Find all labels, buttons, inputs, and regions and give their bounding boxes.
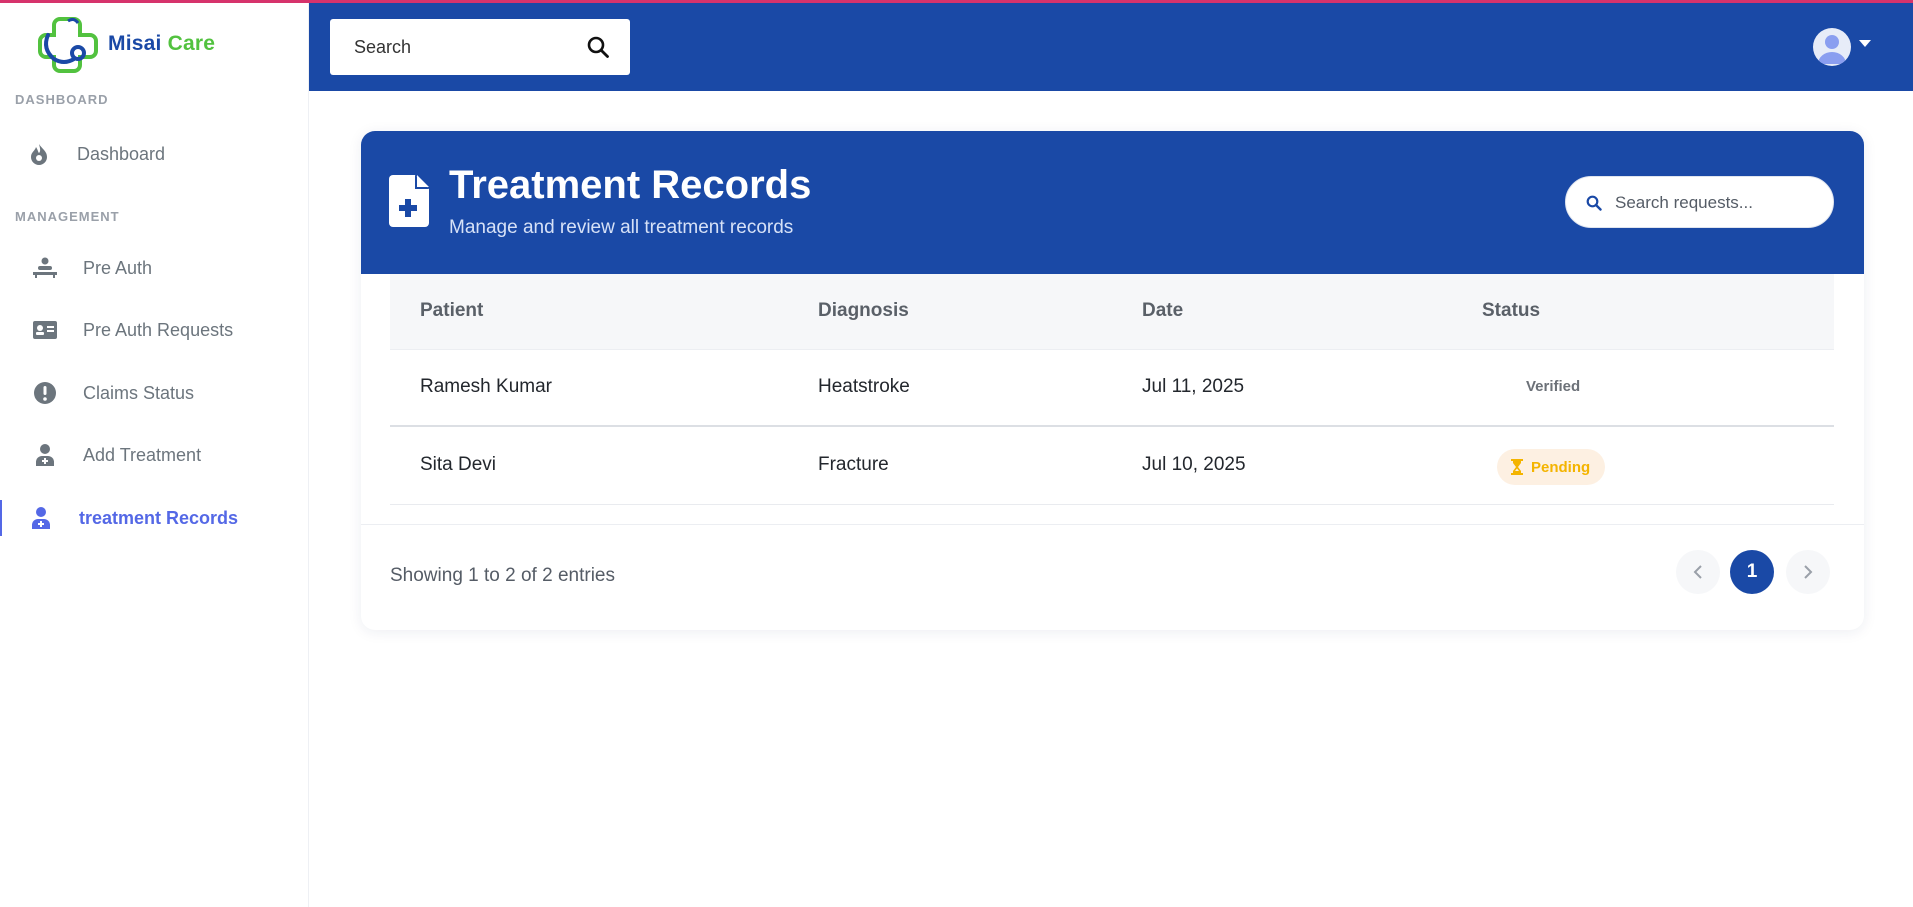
patient-name: Ramesh Kumar <box>420 376 552 397</box>
sidebar-item-label: Dashboard <box>77 143 166 164</box>
top-accent-bar <box>0 0 1913 3</box>
status-badge: Pending <box>1497 449 1606 485</box>
hourglass-icon <box>1511 459 1523 475</box>
table-row[interactable]: Ramesh Kumar Heatstroke Jul 11, 2025 Ver… <box>390 350 1834 427</box>
user-doctor-icon <box>28 505 54 531</box>
sidebar-item-pre-auth-requests[interactable]: Pre Auth Requests <box>0 305 309 355</box>
next-page-button[interactable] <box>1786 550 1830 594</box>
column-header-diagnosis[interactable]: Diagnosis <box>818 300 909 322</box>
procedures-icon <box>32 255 58 281</box>
requests-search-input[interactable] <box>1615 189 1815 217</box>
sidebar-item-dashboard[interactable]: Dashboard <box>0 129 309 179</box>
sidebar-item-label: Add Treatment <box>83 444 202 465</box>
file-medical-icon <box>389 175 429 227</box>
top-navbar: Search <box>309 3 1913 91</box>
sidebar-item-label: Pre Auth <box>83 257 153 278</box>
entries-summary: Showing 1 to 2 of 2 entries <box>390 565 615 586</box>
search-icon[interactable] <box>586 35 610 59</box>
previous-page-button[interactable] <box>1676 550 1720 594</box>
sidebar-item-label: Claims Status <box>83 382 195 403</box>
chevron-down-icon[interactable] <box>1859 40 1871 47</box>
sidebar: Misai Care DASHBOARD Dashboard MANAGEMEN… <box>0 0 309 907</box>
column-header-patient[interactable]: Patient <box>420 300 483 322</box>
fire-icon <box>26 141 52 167</box>
sidebar-item-treatment-records[interactable]: treatment Records <box>0 493 309 543</box>
brand-name: Misai Care <box>108 32 216 55</box>
section-label-management: MANAGEMENT <box>15 209 120 224</box>
chevron-left-icon <box>1693 565 1702 579</box>
sidebar-item-claims-status[interactable]: Claims Status <box>0 368 309 418</box>
page-title: Treatment Records <box>449 163 812 207</box>
sidebar-item-label: Pre Auth Requests <box>83 319 234 340</box>
table-header-row: Patient Diagnosis Date Status <box>390 274 1834 350</box>
brand-logo[interactable]: Misai Care <box>38 13 215 75</box>
sidebar-item-pre-auth[interactable]: Pre Auth <box>0 243 309 293</box>
id-card-icon <box>32 317 58 343</box>
exclamation-circle-icon <box>32 380 58 406</box>
card-header: Treatment Records Manage and review all … <box>361 131 1864 274</box>
chevron-right-icon <box>1804 565 1813 579</box>
sidebar-item-add-treatment[interactable]: Add Treatment <box>0 430 309 480</box>
table-row[interactable]: Sita Devi Fracture Jul 10, 2025 Pending <box>390 428 1834 505</box>
search-icon <box>1586 195 1602 211</box>
record-date: Jul 10, 2025 <box>1142 454 1246 475</box>
user-avatar-icon[interactable] <box>1813 28 1851 66</box>
page-subtitle: Manage and review all treatment records <box>449 217 794 238</box>
section-label-dashboard: DASHBOARD <box>15 92 109 107</box>
patient-name: Sita Devi <box>420 454 497 475</box>
diagnosis: Heatstroke <box>818 376 910 397</box>
sidebar-item-label: treatment Records <box>79 507 239 528</box>
treatment-records-card: Treatment Records Manage and review all … <box>361 131 1864 630</box>
page-button-current[interactable]: 1 <box>1730 550 1774 594</box>
global-search-box[interactable]: Search <box>330 19 630 75</box>
table-footer: Showing 1 to 2 of 2 entries 1 <box>361 524 1864 630</box>
global-search-input[interactable]: Search <box>354 37 411 58</box>
column-header-status[interactable]: Status <box>1482 300 1540 322</box>
requests-search-box[interactable] <box>1565 176 1834 228</box>
status-badge: Verified <box>1526 378 1581 395</box>
diagnosis: Fracture <box>818 454 889 475</box>
column-header-date[interactable]: Date <box>1142 300 1183 322</box>
misai-care-logo-icon <box>38 17 98 73</box>
user-doctor-icon <box>32 442 58 468</box>
record-date: Jul 11, 2025 <box>1142 376 1245 397</box>
status-label: Pending <box>1531 458 1591 476</box>
